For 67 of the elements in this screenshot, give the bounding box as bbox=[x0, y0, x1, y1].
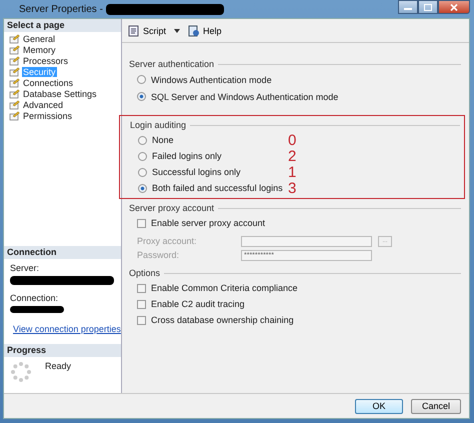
radio-button[interactable] bbox=[138, 168, 147, 176]
connection-label: Connection: bbox=[10, 293, 60, 303]
option-label: Successful logins only bbox=[152, 167, 241, 177]
section-header: Progress bbox=[4, 344, 121, 357]
page-icon bbox=[9, 44, 20, 54]
page-item[interactable]: Processors bbox=[22, 56, 70, 66]
maximize-icon bbox=[424, 4, 432, 10]
page-item[interactable]: Advanced bbox=[22, 100, 64, 110]
maximize-button[interactable] bbox=[418, 0, 438, 14]
caret-icon bbox=[174, 28, 180, 32]
annotation-number: 0 bbox=[288, 132, 298, 148]
page-icon bbox=[9, 78, 20, 88]
annotation-number: 1 bbox=[288, 164, 298, 180]
checkbox[interactable] bbox=[137, 284, 146, 292]
radio-button[interactable] bbox=[137, 92, 146, 101]
checkbox[interactable] bbox=[137, 316, 146, 324]
page-icon bbox=[9, 110, 20, 120]
field-label: Proxy account: bbox=[137, 236, 198, 246]
window-title: Server Properties - bbox=[19, 4, 103, 14]
annotation-number: 2 bbox=[288, 148, 298, 164]
redaction-bar bbox=[10, 306, 64, 313]
close-icon bbox=[450, 4, 458, 10]
checkbox[interactable] bbox=[137, 300, 146, 308]
page-item[interactable]: Connections bbox=[22, 78, 74, 88]
option-label: SQL Server and Windows Authentication mode bbox=[151, 92, 338, 102]
page-icon bbox=[9, 56, 20, 66]
page-icon bbox=[9, 34, 20, 44]
minimize-button[interactable] bbox=[398, 0, 418, 14]
section-header: Select a page bbox=[4, 19, 121, 32]
server-label: Server: bbox=[10, 263, 40, 273]
radio-button[interactable] bbox=[138, 184, 147, 192]
option-label: None bbox=[152, 135, 174, 145]
help-button[interactable]: Help bbox=[188, 24, 222, 36]
option-label: Windows Authentication mode bbox=[151, 74, 272, 84]
page-item[interactable]: Database Settings bbox=[22, 88, 98, 98]
spinner-icon bbox=[10, 361, 32, 383]
view-connection-link[interactable]: View connection properties bbox=[13, 324, 121, 334]
close-button[interactable] bbox=[438, 0, 470, 14]
radio-button[interactable] bbox=[138, 136, 147, 144]
page-icon bbox=[9, 100, 20, 110]
group-title: Options bbox=[129, 268, 160, 278]
checkbox-label: Enable C2 audit tracing bbox=[151, 299, 245, 309]
option-label: Failed logins only bbox=[152, 151, 222, 161]
checkbox-label: Enable server proxy account bbox=[151, 218, 266, 228]
radio-button[interactable] bbox=[138, 152, 147, 160]
ok-button[interactable]: OK bbox=[355, 398, 403, 414]
script-button[interactable]: Script bbox=[128, 24, 180, 36]
cancel-button[interactable]: Cancel bbox=[411, 398, 461, 414]
page-item[interactable]: Permissions bbox=[22, 110, 74, 120]
progress-status: Ready bbox=[45, 361, 72, 371]
page-item[interactable]: General bbox=[22, 34, 56, 44]
group-title: Server proxy account bbox=[129, 203, 214, 213]
page-icon bbox=[9, 88, 20, 98]
checkbox-label: Cross database ownership chaining bbox=[151, 315, 294, 325]
checkbox-label: Enable Common Criteria compliance bbox=[151, 283, 298, 293]
group-title: Login auditing bbox=[130, 120, 186, 130]
group-title: Server authentication bbox=[129, 59, 214, 69]
checkbox[interactable] bbox=[137, 218, 146, 228]
help-icon bbox=[188, 24, 200, 36]
annotation-number: 3 bbox=[288, 180, 298, 196]
field-label: Password: bbox=[137, 250, 180, 260]
section-header: Connection bbox=[4, 246, 121, 259]
page-item[interactable]: Memory bbox=[22, 44, 57, 54]
script-icon bbox=[128, 24, 140, 36]
page-icon bbox=[9, 66, 20, 76]
option-label: Both failed and successful logins bbox=[152, 183, 283, 193]
radio-button[interactable] bbox=[137, 75, 146, 84]
